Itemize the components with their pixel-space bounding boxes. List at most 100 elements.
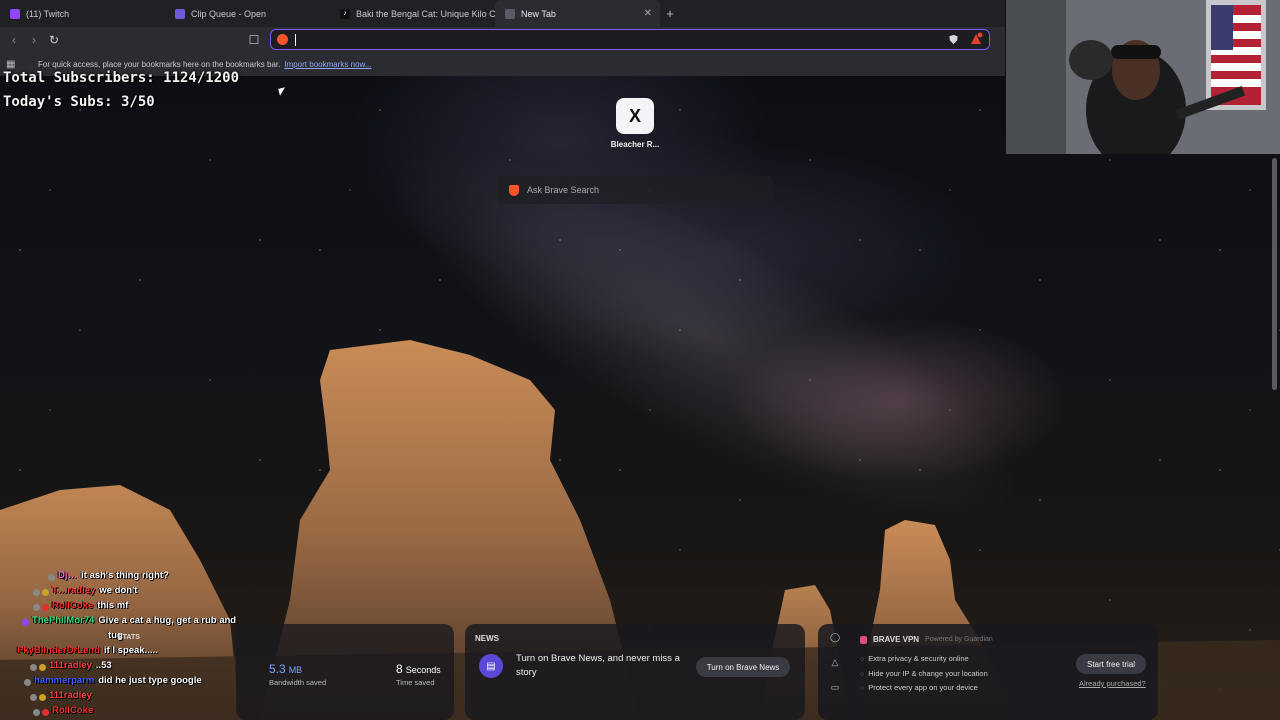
widget-switcher: ◯ △ ▭ (828, 632, 842, 693)
chat-text: we don't (99, 585, 138, 596)
chat-badges (30, 690, 46, 705)
time-stat: 8 Seconds Time saved (396, 662, 441, 687)
brave-search-box[interactable]: Ask Brave Search (497, 176, 773, 204)
vpn-feature-list: Extra privacy & security online Hide you… (860, 652, 988, 696)
chat-username: 111radley (49, 690, 92, 701)
webcam-feed (1006, 0, 1280, 154)
bandwidth-value: 5.3 (269, 662, 286, 676)
chat-message: 111radley (0, 690, 270, 705)
tiktok-icon: ♪ (340, 8, 350, 19)
chat-username: hammerparm (34, 675, 95, 686)
tab-twitch[interactable]: (11) Twitch (0, 0, 165, 27)
vpn-header: BRAVE VPN Powered by Guardian (860, 635, 993, 644)
badge-icon (22, 619, 29, 626)
back-button[interactable]: ‹ (4, 30, 24, 50)
chat-badges (33, 585, 49, 600)
badge-icon (24, 679, 31, 686)
time-unit: Seconds (405, 665, 441, 675)
vpn-feature: Protect every app on your device (860, 681, 988, 696)
chat-username: 111radley (49, 660, 92, 671)
brave-shield-icon (505, 8, 515, 19)
browser-toolbar: ‹ › ↻ ☐ (0, 27, 1005, 52)
tab-strip: (11) Twitch Clip Queue - Open ♪ Baki the… (0, 0, 1005, 27)
tab-tiktok[interactable]: ♪ Baki the Bengal Cat: Unique Kilo Cha (330, 0, 495, 27)
badge-icon (48, 574, 55, 581)
badge-icon (42, 604, 49, 611)
turn-on-news-button[interactable]: Turn on Brave News (696, 657, 790, 677)
chat-text: if I speak..... (103, 645, 158, 656)
badge-icon (33, 709, 40, 716)
already-purchased-link[interactable]: Already purchased? (1079, 679, 1146, 688)
vpn-logo-icon (860, 635, 867, 644)
chat-username: RollCoke (52, 600, 94, 611)
badge-icon (42, 589, 49, 596)
new-tab-button[interactable]: + (660, 6, 680, 21)
forward-button[interactable]: › (24, 30, 44, 50)
reload-button[interactable]: ↻ (44, 30, 64, 50)
chat-text: Give a cat a hug, get a rub and (98, 615, 237, 626)
vpn-feature: Extra privacy & security online (860, 652, 988, 667)
badge-icon (39, 694, 46, 701)
brave-lion-icon (509, 184, 519, 196)
rewards-triangle-icon[interactable]: △ (832, 657, 839, 668)
badge-icon (30, 694, 37, 701)
total-subscribers: Total Subscribers: 1124/1200 (3, 70, 240, 86)
clip-queue-icon (175, 8, 185, 19)
chat-message: T…radley we don't (0, 585, 270, 600)
chat-badges (33, 600, 49, 615)
brave-search-icon (277, 34, 288, 45)
tab-label: (11) Twitch (26, 8, 70, 19)
chat-text: did he just type google (98, 675, 202, 686)
stats-widget: STATS 5.3 MB Bandwidth saved 8 Seconds Tim… (118, 624, 454, 720)
chat-message: 111radley ..53 (0, 660, 270, 675)
todays-subs: Today's Subs: 3/50 (3, 94, 155, 110)
chat-text: it ash's thing right? (81, 570, 169, 581)
chat-username: RollCoke (52, 705, 94, 716)
page-scrollbar[interactable] (1272, 158, 1277, 390)
tab-label: Baki the Bengal Cat: Unique Kilo Cha (356, 8, 495, 19)
news-widget: NEWS ▤ Turn on Brave News, and never mis… (465, 624, 805, 720)
top-site-tile[interactable]: X Bleacher R... (608, 98, 662, 149)
chat-text: this mf (97, 600, 129, 611)
news-body: Turn on Brave News, and never miss a sto… (516, 653, 680, 678)
webcam-image (1006, 0, 1280, 154)
close-tab-icon[interactable]: ✕ (644, 8, 652, 19)
text-caret (295, 33, 296, 46)
chat-badges (30, 660, 46, 675)
stats-title: STATS (118, 634, 140, 641)
badge-icon (33, 604, 40, 611)
address-bar[interactable] (270, 29, 990, 50)
start-free-trial-button[interactable]: Start free trial (1076, 654, 1146, 674)
chat-username: PkyBlinderDrLend (17, 645, 100, 656)
tab-label: New Tab (521, 8, 556, 19)
badge-icon (39, 664, 46, 671)
top-site-label: Bleacher R... (610, 140, 660, 149)
tab-label: Clip Queue - Open (191, 8, 267, 19)
vpn-title: BRAVE VPN (873, 635, 920, 644)
chat-username: Dj… (58, 570, 77, 581)
import-bookmarks-link[interactable]: Import bookmarks now... (284, 60, 371, 69)
search-placeholder: Ask Brave Search (527, 185, 600, 195)
bandwidth-stat: 5.3 MB Bandwidth saved (269, 662, 326, 687)
badge-icon (30, 664, 37, 671)
bookmark-icon[interactable]: ☐ (244, 30, 264, 50)
chat-text: ..53 (95, 660, 112, 671)
chat-message: ThePhilMor74 Give a cat a hug, get a rub… (0, 615, 270, 630)
brave-rewards-icon[interactable] (969, 32, 983, 46)
vpn-shield-icon[interactable]: ◯ (830, 632, 840, 643)
brave-shields-icon[interactable] (948, 34, 959, 45)
news-title: NEWS (475, 634, 499, 643)
chat-message: hammerparm did he just type google (0, 675, 270, 690)
chat-message: RollCoke this mf (0, 600, 270, 615)
chat-message: Dj… it ash's thing right? (0, 570, 270, 585)
time-value: 8 (396, 662, 403, 676)
vpn-feature: Hide your IP & change your location (860, 667, 988, 682)
x-logo-icon: X (616, 98, 654, 134)
chat-badges (33, 705, 49, 720)
card-icon[interactable]: ▭ (831, 682, 840, 693)
tab-new-tab[interactable]: New Tab ✕ (495, 0, 660, 27)
badge-icon (42, 709, 49, 716)
chat-badges (48, 570, 55, 585)
tab-clip-queue[interactable]: Clip Queue - Open (165, 0, 330, 27)
stream-chat: Dj… it ash's thing right? T…radley we do… (0, 570, 270, 720)
